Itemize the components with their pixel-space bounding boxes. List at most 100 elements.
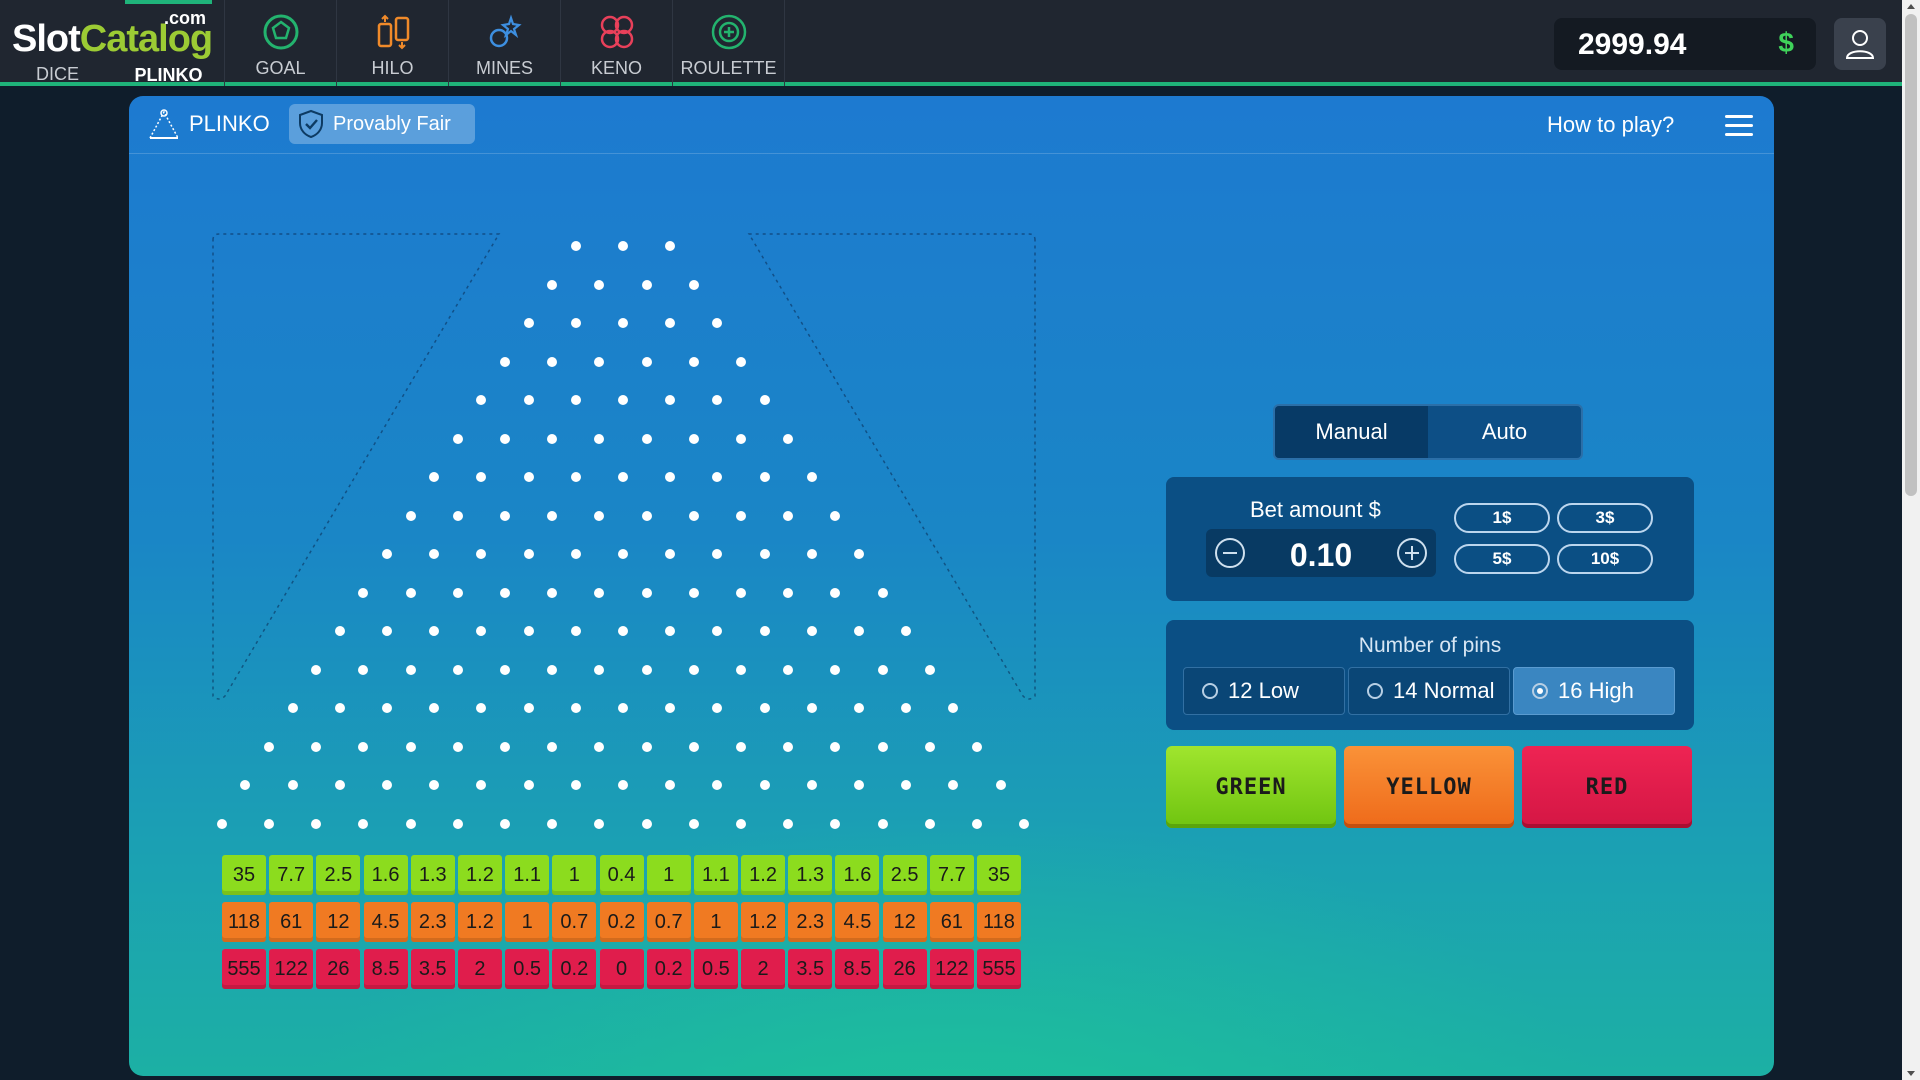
plinko-pin xyxy=(665,626,676,636)
yellow-multiplier-cell: 4.5 xyxy=(363,902,408,942)
plinko-pin xyxy=(547,664,558,675)
bet-chip-5[interactable]: 5$ xyxy=(1454,544,1550,574)
play-yellow-button[interactable]: YELLOW xyxy=(1344,746,1514,828)
plinko-pin xyxy=(523,395,534,405)
plinko-pin xyxy=(641,587,652,598)
red-multiplier-cell: 3.5 xyxy=(788,949,833,989)
plinko-pin xyxy=(806,780,817,790)
plinko-pin xyxy=(688,433,699,444)
plinko-pin xyxy=(877,587,888,598)
plus-circle-icon[interactable] xyxy=(1396,537,1428,569)
manual-mode-tab[interactable]: Manual xyxy=(1275,406,1428,458)
plinko-pin xyxy=(594,587,605,598)
yellow-multiplier-cell: 12 xyxy=(882,902,927,942)
bet-chip-10[interactable]: 10$ xyxy=(1557,544,1653,574)
plinko-pin xyxy=(429,549,440,559)
plinko-pin xyxy=(452,587,463,598)
plinko-pin xyxy=(547,741,558,752)
user-profile-button[interactable] xyxy=(1834,18,1886,70)
plinko-pin xyxy=(783,664,794,675)
bet-chip-1[interactable]: 1$ xyxy=(1454,503,1550,533)
plinko-pin xyxy=(665,241,676,251)
nav-item-goal[interactable]: GOAL xyxy=(225,0,337,86)
plinko-pin xyxy=(972,818,982,829)
red-multiplier-cell: 555 xyxy=(222,949,266,989)
plinko-pin xyxy=(688,510,699,521)
bet-chip-3[interactable]: 3$ xyxy=(1557,503,1653,533)
plinko-pin xyxy=(523,549,534,559)
plinko-pin xyxy=(570,626,581,636)
plinko-pin xyxy=(901,780,912,790)
red-multiplier-cell: 8.5 xyxy=(835,949,880,989)
green-multiplier-cell: 1.3 xyxy=(788,855,833,895)
plinko-pin xyxy=(452,510,463,521)
green-multiplier-cell: 1.1 xyxy=(505,855,550,895)
plinko-pin xyxy=(382,626,392,636)
plinko-pin xyxy=(429,626,440,636)
plinko-pin xyxy=(594,356,605,367)
green-multiplier-cell: 2.5 xyxy=(882,855,927,895)
plinko-pin xyxy=(830,587,841,598)
plinko-pin xyxy=(547,356,558,367)
plinko-pin xyxy=(570,472,581,482)
red-multiplier-cell: 122 xyxy=(269,949,314,989)
plinko-pin xyxy=(688,664,699,675)
plinko-pin xyxy=(665,780,676,790)
user-icon xyxy=(1845,30,1875,59)
plinko-pin xyxy=(523,780,534,790)
keno-icon xyxy=(600,15,633,49)
plinko-pin xyxy=(594,510,605,521)
provably-fair-button[interactable]: Provably Fair xyxy=(289,104,475,144)
play-red-button[interactable]: RED xyxy=(1522,746,1692,828)
plinko-pin xyxy=(948,780,959,790)
plinko-pin xyxy=(452,818,463,829)
plinko-pin xyxy=(358,818,369,829)
nav-item-keno[interactable]: KENO xyxy=(561,0,673,86)
plinko-pin xyxy=(405,510,416,521)
nav-item-label: GOAL xyxy=(255,58,306,78)
scroll-down-arrow-icon[interactable] xyxy=(1907,1071,1915,1076)
pins-option-12-low[interactable]: 12 Low xyxy=(1183,667,1345,715)
green-multiplier-cell: 7.7 xyxy=(929,855,974,895)
nav-item-hilo[interactable]: HILO xyxy=(337,0,449,86)
how-to-play-link[interactable]: How to play? xyxy=(1547,112,1674,138)
red-multiplier-cell: 26 xyxy=(316,949,361,989)
plinko-pin xyxy=(429,703,440,713)
play-green-button[interactable]: GREEN xyxy=(1166,746,1336,828)
plinko-pin xyxy=(618,472,628,482)
yellow-multiplier-cell: 1.2 xyxy=(741,902,786,942)
plinko-pin xyxy=(594,279,605,290)
plinko-pin xyxy=(547,818,558,829)
plinko-icon xyxy=(148,109,180,139)
plinko-pin xyxy=(783,818,794,829)
green-multiplier-cell: 2.5 xyxy=(316,855,361,895)
nav-item-roulette[interactable]: ROULETTE xyxy=(673,0,785,86)
provably-fair-label: Provably Fair xyxy=(333,112,451,135)
plinko-pin xyxy=(429,780,440,790)
plinko-pin xyxy=(901,703,912,713)
plinko-pin xyxy=(405,818,416,829)
page-scrollbar[interactable] xyxy=(1902,0,1920,1080)
green-multiplier-cell: 1 xyxy=(552,855,597,895)
plinko-pin xyxy=(618,549,628,559)
scrollbar-thumb[interactable] xyxy=(1905,14,1917,496)
nav-item-label: HILO xyxy=(371,58,414,78)
yellow-multiplier-cell: 118 xyxy=(977,902,1021,942)
nav-item-dice-label[interactable]: DICE xyxy=(36,64,79,85)
auto-mode-tab[interactable]: Auto xyxy=(1428,406,1581,458)
hamburger-menu-icon[interactable] xyxy=(1725,115,1753,137)
plinko-pin xyxy=(618,395,628,405)
nav-item-plinko[interactable]: PLINKO xyxy=(113,0,225,86)
pins-option-16-high[interactable]: 16 High xyxy=(1513,667,1675,715)
green-multiplier-cell: 1.3 xyxy=(410,855,455,895)
pins-option-14-normal[interactable]: 14 Normal xyxy=(1348,667,1510,715)
plinko-pin xyxy=(712,472,723,482)
yellow-multiplier-cell: 61 xyxy=(269,902,314,942)
number-of-pins-panel: Number of pins 12 Low 14 Normal 16 High xyxy=(1166,620,1694,730)
bet-amount-panel: Bet amount $ 0.10 1$ 3$ 5$ 10$ xyxy=(1166,477,1694,601)
nav-item-mines[interactable]: MINES xyxy=(449,0,561,86)
plinko-pin xyxy=(594,741,605,752)
plinko-pin xyxy=(523,703,534,713)
scroll-up-arrow-icon[interactable] xyxy=(1907,4,1915,9)
plinko-pin xyxy=(688,818,699,829)
